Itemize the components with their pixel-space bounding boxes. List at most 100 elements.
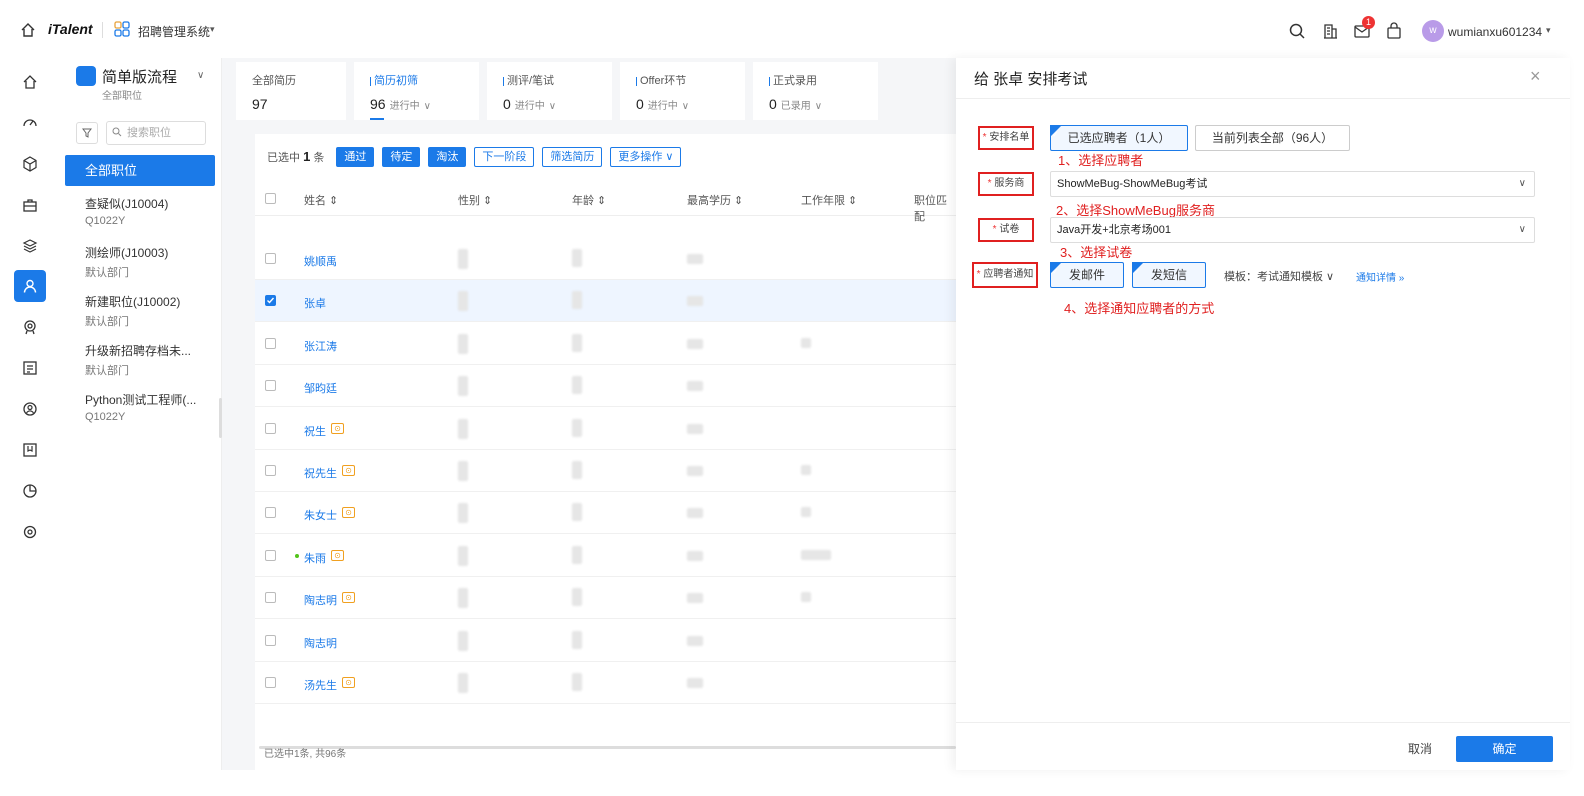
stage-tab-all[interactable]: 全部简历 97 [236, 62, 346, 120]
sidebar-position-item[interactable]: 测绘师(J10003) 默认部门 [85, 244, 215, 280]
rail-user-icon[interactable] [14, 270, 46, 302]
pass-button[interactable]: 通过 [336, 147, 375, 167]
rail-briefcase-icon[interactable] [14, 189, 46, 221]
candidate-name-link[interactable]: 姚顺禹 [304, 253, 337, 269]
option-selected-candidates[interactable]: ✓ 已选应聘者（1人） [1050, 125, 1188, 151]
row-checkbox[interactable] [265, 295, 276, 307]
table-row[interactable]: 汤先生 ⊙ [255, 662, 956, 704]
stage-tab-offer[interactable]: Offer环节 0 进行中 ∨ [620, 62, 745, 120]
candidate-name-link[interactable]: 祝先生 [304, 465, 337, 481]
table-row[interactable]: 张卓 [255, 280, 956, 323]
option-send-sms[interactable]: ✓ 发短信 [1132, 262, 1206, 288]
sidebar-item-all-positions[interactable]: 全部职位 [65, 155, 215, 186]
horizontal-scrollbar[interactable] [259, 746, 956, 749]
sidebar-position-item[interactable]: 查疑似(J10004) Q1022Y [85, 195, 215, 227]
candidate-name-link[interactable]: 祝生 [304, 423, 326, 439]
row-checkbox[interactable] [265, 465, 276, 476]
sidebar-position-item[interactable]: Python测试工程师(... Q1022Y [85, 391, 215, 423]
select-all-checkbox[interactable] [265, 193, 276, 204]
chevron-down-icon[interactable]: ∨ [197, 70, 204, 81]
row-checkbox[interactable] [265, 592, 276, 604]
table-row[interactable]: 陶志明 [255, 620, 956, 662]
table-row[interactable]: 朱雨 ⊙ [255, 535, 956, 577]
brand-logo[interactable]: iTalent [48, 21, 93, 37]
row-checkbox[interactable] [265, 422, 276, 434]
column-header-name[interactable]: 姓名 ⇕ [304, 192, 338, 208]
search-icon[interactable] [1288, 22, 1306, 40]
tag-icon[interactable]: ⊙ [342, 592, 355, 604]
candidate-name-link[interactable]: 陶志明 [304, 635, 337, 651]
chevron-down-icon[interactable]: ▾ [210, 24, 215, 35]
bag-icon[interactable] [1385, 22, 1403, 40]
candidate-name-link[interactable]: 汤先生 [304, 677, 337, 693]
filter-icon[interactable] [76, 122, 98, 144]
home-icon[interactable] [20, 22, 36, 38]
candidate-name-link[interactable]: 邹昀廷 [304, 380, 337, 396]
tag-icon[interactable]: ⊙ [342, 507, 355, 519]
sidebar-position-item[interactable]: 新建职位(J10002) 默认部门 [85, 293, 215, 329]
filter-resume-button[interactable]: 筛选简历 [542, 147, 603, 167]
column-header-age[interactable]: 年龄 ⇕ [572, 192, 606, 208]
row-checkbox[interactable] [265, 677, 276, 688]
pending-button[interactable]: 待定 [382, 147, 421, 167]
sidebar-position-item[interactable]: 升级新招聘存档未... 默认部门 [85, 342, 215, 378]
row-checkbox[interactable] [265, 634, 276, 646]
tag-icon[interactable]: ⊙ [331, 422, 344, 434]
close-icon[interactable]: × [1530, 66, 1541, 87]
rail-home-icon[interactable] [14, 66, 46, 98]
chevron-down-icon[interactable]: ▾ [1546, 25, 1551, 36]
eliminate-button[interactable]: 淘汰 [428, 147, 467, 167]
table-row[interactable]: 张江涛 [255, 323, 956, 365]
column-header-work-years[interactable]: 工作年限 ⇕ [801, 192, 857, 208]
avatar[interactable]: w [1422, 20, 1444, 42]
template-select[interactable]: 模板：考试通知模板 ∨ [1224, 268, 1334, 284]
rail-layers-icon[interactable] [14, 230, 46, 262]
position-search-input[interactable]: 搜索职位 [106, 121, 206, 145]
flow-title[interactable]: 简单版流程 [102, 66, 177, 87]
candidate-name-link[interactable]: 朱女士 [304, 507, 337, 523]
tag-icon[interactable]: ⊙ [342, 465, 355, 476]
row-checkbox[interactable] [265, 549, 276, 561]
column-header-match[interactable]: 职位匹配 [914, 192, 956, 224]
candidate-name-link[interactable]: 陶志明 [304, 592, 337, 608]
table-row[interactable]: 陶志明 ⊙ [255, 577, 956, 620]
table-row[interactable]: 邹昀廷 [255, 365, 956, 408]
table-row[interactable]: 朱女士 ⊙ [255, 492, 956, 535]
rail-person-circle-icon[interactable] [14, 393, 46, 425]
column-header-gender[interactable]: 性别 ⇕ [458, 192, 492, 208]
stage-tab-test[interactable]: 测评/笔试 0 进行中 ∨ [487, 62, 612, 120]
tag-icon[interactable]: ⊙ [331, 549, 344, 561]
candidate-name-link[interactable]: 张卓 [304, 295, 326, 311]
candidate-name-link[interactable]: 张江涛 [304, 338, 337, 354]
table-row[interactable]: 祝生 ⊙ [255, 408, 956, 450]
table-row[interactable]: 姚顺禹 [255, 238, 956, 280]
rail-badge-icon[interactable] [14, 434, 46, 466]
more-ops-button[interactable]: 更多操作 ∨ [610, 147, 682, 167]
confirm-button[interactable]: 确定 [1456, 736, 1553, 762]
row-checkbox[interactable] [265, 337, 276, 349]
row-checkbox[interactable] [265, 380, 276, 392]
paper-select[interactable]: Java开发+北京考场001 ∨ [1050, 217, 1535, 243]
next-stage-button[interactable]: 下一阶段 [474, 147, 535, 167]
rail-report-icon[interactable] [14, 352, 46, 384]
rail-cube-icon[interactable] [14, 148, 46, 180]
stage-tab-hired[interactable]: 正式录用 0 已录用 ∨ [753, 62, 878, 120]
rail-dashboard-icon[interactable] [14, 107, 46, 139]
cancel-button[interactable]: 取消 [1398, 738, 1442, 760]
option-all-in-list[interactable]: 当前列表全部（96人） [1195, 125, 1350, 151]
row-checkbox[interactable] [265, 253, 276, 264]
system-name[interactable]: 招聘管理系统 [138, 23, 210, 40]
column-header-education[interactable]: 最高学历 ⇕ [687, 192, 743, 208]
apps-grid-icon[interactable] [114, 21, 130, 37]
supplier-select[interactable]: ShowMeBug-ShowMeBug考试 ∨ [1050, 171, 1535, 197]
stage-tab-screening[interactable]: 简历初筛 96 进行中 ∨ [354, 62, 479, 120]
username[interactable]: wumianxu601234 [1448, 25, 1542, 39]
tag-icon[interactable]: ⊙ [342, 677, 355, 688]
table-row[interactable]: 祝先生 ⊙ [255, 450, 956, 492]
row-checkbox[interactable] [265, 507, 276, 519]
rail-pie-chart-icon[interactable] [14, 475, 46, 507]
option-send-email[interactable]: ✓ 发邮件 [1050, 262, 1124, 288]
candidate-name-link[interactable]: 朱雨 [304, 550, 326, 566]
notify-detail-link[interactable]: 通知详情 » [1356, 269, 1404, 284]
rail-location-icon[interactable] [14, 311, 46, 343]
